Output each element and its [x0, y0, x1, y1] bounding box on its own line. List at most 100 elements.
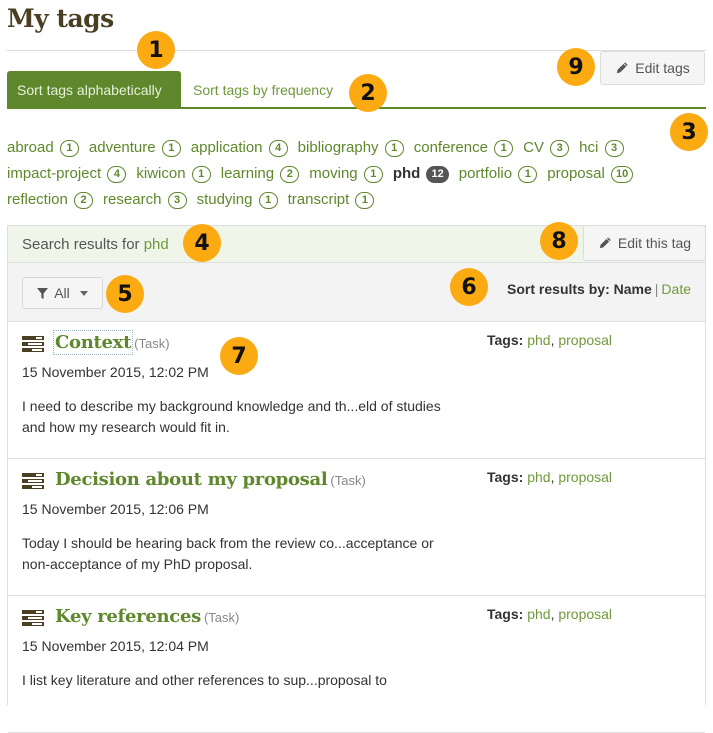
tag-count-badge: 3	[604, 140, 624, 157]
callout-8: 8	[540, 222, 578, 260]
search-results-heading: Search results for phd	[22, 236, 169, 253]
tag-name: phd	[392, 165, 421, 182]
filter-selected: All	[54, 285, 70, 301]
result-tags-label: Tags:	[487, 606, 524, 622]
tag-name: reflection	[7, 191, 68, 208]
result-item: Key references (Task) 15 November 2015, 12…	[8, 596, 705, 733]
tag-conference[interactable]: conference 1	[413, 135, 514, 161]
result-type: (Task)	[134, 336, 170, 351]
result-title-link[interactable]: Context	[52, 330, 134, 355]
tag-name: learning	[220, 165, 275, 182]
tag-name: research	[103, 191, 162, 208]
callout-9: 9	[557, 48, 595, 86]
result-type: (Task)	[330, 473, 366, 488]
result-title-line: Decision about my proposal (Task)	[55, 469, 366, 490]
tag-name: abroad	[7, 139, 54, 156]
tag-count-badge: 4	[107, 166, 127, 183]
tag-learning[interactable]: learning 2	[221, 161, 300, 187]
tag-name: impact-project	[7, 165, 102, 182]
result-tags: Tags: phd, proposal	[487, 332, 613, 348]
tag-name: proposal	[547, 165, 605, 182]
tag-name: portfolio	[458, 165, 513, 182]
tag-count-badge: 1	[363, 166, 383, 183]
tag-cloud: abroad 1 adventure 1 application 4 bibliogr…	[7, 135, 697, 213]
callout-5: 5	[106, 275, 144, 313]
filter-icon	[37, 287, 49, 299]
result-tags-label: Tags:	[487, 332, 524, 348]
tag-count-badge: 3	[167, 192, 187, 209]
result-description: I list key literature and other referenc…	[22, 672, 387, 688]
result-tags: Tags: phd, proposal	[487, 469, 613, 485]
tag-studying[interactable]: studying 1	[197, 187, 278, 213]
result-title-link[interactable]: Decision about my proposal	[55, 469, 328, 490]
sort-option-name[interactable]: Name	[614, 281, 652, 297]
callout-3: 3	[670, 113, 708, 151]
tag-proposal[interactable]: proposal 10	[547, 161, 634, 187]
tag-application[interactable]: application 4	[191, 135, 288, 161]
result-tags-label: Tags:	[487, 469, 524, 485]
result-item: Decision about my proposal (Task) 15 Novem…	[8, 459, 705, 596]
result-tag-link[interactable]: phd	[527, 469, 550, 485]
result-date: 15 November 2015, 12:06 PM	[22, 501, 209, 517]
result-description: I need to describe my background knowled…	[22, 398, 441, 435]
tag-impact-project[interactable]: impact-project 4	[7, 161, 127, 187]
result-tag-link[interactable]: proposal	[558, 469, 612, 485]
tag-portfolio[interactable]: portfolio 1	[459, 161, 538, 187]
result-tag-link[interactable]: proposal	[558, 606, 612, 622]
tag-phd[interactable]: phd 12	[393, 161, 449, 187]
tag-count-badge: 1	[494, 140, 514, 157]
search-results-header: Search results for phd Edit this tag	[8, 225, 706, 263]
result-title-link[interactable]: Key references	[55, 606, 201, 627]
result-title-line: Context (Task)	[52, 330, 170, 355]
tag-name: studying	[196, 191, 253, 208]
tag-kiwicon[interactable]: kiwicon 1	[136, 161, 211, 187]
result-tag-link[interactable]: proposal	[558, 332, 612, 348]
result-date: 15 November 2015, 12:04 PM	[22, 638, 209, 654]
plan-icon	[22, 473, 44, 489]
tag-transcript[interactable]: transcript 1	[288, 187, 375, 213]
edit-this-tag-button[interactable]: Edit this tag	[583, 225, 706, 261]
tag-count-badge: 1	[258, 192, 278, 209]
tag-count-badge: 2	[74, 192, 94, 209]
tag-count-badge: 4	[268, 140, 288, 157]
page-title: My tags	[7, 4, 114, 33]
tag-reflection[interactable]: reflection 2	[7, 187, 94, 213]
tag-count-badge: 1	[355, 192, 375, 209]
tag-cv[interactable]: CV 3	[523, 135, 570, 161]
edit-tags-label: Edit tags	[635, 60, 690, 76]
edit-this-tag-label: Edit this tag	[617, 235, 692, 251]
tag-name: conference	[413, 139, 488, 156]
tag-name: moving	[309, 165, 358, 182]
filter-dropdown[interactable]: All	[22, 277, 103, 309]
result-tag-link[interactable]: phd	[527, 332, 550, 348]
tag-name: transcript	[287, 191, 350, 208]
tag-moving[interactable]: moving 1	[309, 161, 383, 187]
tag-hci[interactable]: hci 3	[579, 135, 624, 161]
tag-count-badge: 1	[518, 166, 538, 183]
tag-bibliography[interactable]: bibliography 1	[298, 135, 404, 161]
tag-count-badge: 1	[191, 166, 211, 183]
result-type: (Task)	[203, 610, 240, 625]
tag-count-badge: 1	[59, 140, 79, 157]
result-tag-link[interactable]: phd	[527, 606, 550, 622]
tag-name: hci	[579, 139, 599, 156]
tag-name: bibliography	[297, 139, 379, 156]
sort-option-date[interactable]: Date	[661, 281, 691, 297]
tag-count-badge: 2	[280, 166, 300, 183]
tab-sort-alphabetically[interactable]: Sort tags alphabetically	[7, 71, 181, 107]
edit-tags-button[interactable]: Edit tags	[600, 51, 705, 85]
tag-research[interactable]: research 3	[103, 187, 187, 213]
sort-results: Sort results by: Name | Date	[507, 281, 691, 297]
pencil-icon	[599, 237, 611, 249]
callout-1: 1	[137, 31, 175, 69]
plan-icon	[22, 610, 44, 626]
callout-6: 6	[450, 268, 488, 306]
plan-icon	[22, 336, 44, 352]
tag-adventure[interactable]: adventure 1	[89, 135, 181, 161]
tab-sort-by-frequency[interactable]: Sort tags by frequency	[183, 71, 343, 107]
tag-abroad[interactable]: abroad 1	[7, 135, 79, 161]
tag-name: kiwicon	[136, 165, 186, 182]
tag-name: application	[190, 139, 263, 156]
result-title-line: Key references (Task)	[55, 606, 239, 627]
sort-label: Sort results by:	[507, 281, 610, 297]
